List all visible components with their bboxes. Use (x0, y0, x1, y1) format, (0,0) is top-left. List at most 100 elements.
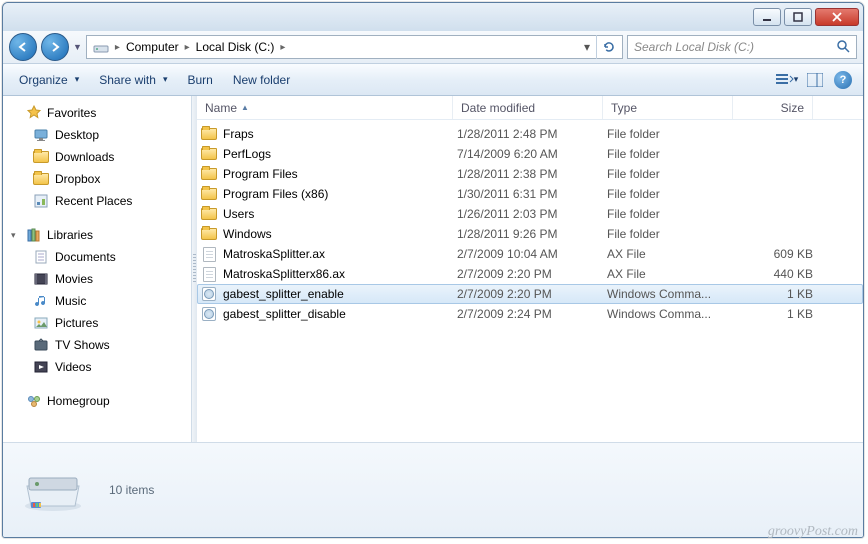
sidebar-homegroup[interactable]: Homegroup (5, 390, 189, 412)
chevron-right-icon[interactable]: ▸ (113, 42, 122, 53)
sidebar-favorites[interactable]: Favorites (5, 102, 189, 124)
breadcrumb-computer[interactable]: Computer (122, 40, 183, 54)
search-placeholder: Search Local Disk (C:) (634, 40, 754, 54)
sidebar-item[interactable]: Recent Places (5, 190, 189, 212)
maximize-button[interactable] (784, 8, 812, 26)
drive-large-icon (21, 466, 85, 514)
sidebar-item[interactable]: Desktop (5, 124, 189, 146)
sidebar-item[interactable]: Videos (5, 356, 189, 378)
file-row[interactable]: gabest_splitter_enable2/7/2009 2:20 PMWi… (197, 284, 863, 304)
sidebar-libraries[interactable]: ▾Libraries (5, 224, 189, 246)
item-icon (33, 149, 49, 165)
item-label: Pictures (55, 316, 98, 330)
sidebar-item[interactable]: Documents (5, 246, 189, 268)
view-options-button[interactable]: ▾ (775, 68, 799, 92)
file-row[interactable]: PerfLogs7/14/2009 6:20 AMFile folder (197, 144, 863, 164)
file-date: 1/26/2011 2:03 PM (457, 207, 607, 221)
sidebar-item[interactable]: Pictures (5, 312, 189, 334)
file-type: File folder (607, 207, 737, 221)
file-name: Program Files (223, 167, 298, 181)
file-icon (201, 246, 217, 262)
star-icon (26, 105, 42, 121)
sidebar-item[interactable]: Downloads (5, 146, 189, 168)
file-row[interactable]: gabest_splitter_disable2/7/2009 2:24 PMW… (197, 304, 863, 324)
collapse-icon: ▾ (11, 230, 21, 241)
file-type: File folder (607, 147, 737, 161)
file-type: Windows Comma... (607, 307, 737, 321)
status-bar: 10 items (3, 442, 863, 537)
folder-icon (201, 166, 217, 182)
file-date: 7/14/2009 6:20 AM (457, 147, 607, 161)
item-label: Music (55, 294, 86, 308)
folder-icon (201, 226, 217, 242)
column-type[interactable]: Type (603, 96, 733, 119)
file-type: File folder (607, 127, 737, 141)
item-label: Downloads (55, 150, 114, 164)
file-row[interactable]: Fraps1/28/2011 2:48 PMFile folder (197, 124, 863, 144)
file-name: Windows (223, 227, 272, 241)
column-headers: Name▲ Date modified Type Size (197, 96, 863, 120)
column-size[interactable]: Size (733, 96, 813, 119)
file-size: 1 KB (737, 307, 813, 321)
column-date[interactable]: Date modified (453, 96, 603, 119)
column-name[interactable]: Name▲ (197, 96, 453, 119)
refresh-button[interactable] (596, 35, 620, 59)
sidebar-label: Homegroup (47, 394, 110, 408)
file-type: AX File (607, 247, 737, 261)
close-button[interactable] (815, 8, 859, 26)
file-date: 2/7/2009 10:04 AM (457, 247, 607, 261)
sidebar-item[interactable]: Dropbox (5, 168, 189, 190)
file-type: File folder (607, 187, 737, 201)
file-row[interactable]: Program Files (x86)1/30/2011 6:31 PMFile… (197, 184, 863, 204)
item-label: TV Shows (55, 338, 110, 352)
search-input[interactable]: Search Local Disk (C:) (627, 35, 857, 59)
file-row[interactable]: Program Files1/28/2011 2:38 PMFile folde… (197, 164, 863, 184)
share-with-button[interactable]: Share with (91, 69, 175, 91)
file-name: MatroskaSplitter.ax (223, 247, 325, 261)
item-label: Documents (55, 250, 116, 264)
search-icon (836, 39, 850, 56)
homegroup-icon (26, 393, 42, 409)
file-row[interactable]: MatroskaSplitter.ax 2/7/2009 10:04 AMAX F… (197, 244, 863, 264)
cmd-icon (201, 306, 217, 322)
folder-icon (201, 186, 217, 202)
file-row[interactable]: MatroskaSplitterx86.ax2/7/2009 2:20 PMAX… (197, 264, 863, 284)
item-icon (33, 249, 49, 265)
cmd-icon (201, 286, 217, 302)
preview-pane-button[interactable] (803, 68, 827, 92)
file-size: 1 KB (737, 287, 813, 301)
chevron-right-icon[interactable]: ▸ (183, 42, 192, 53)
file-type: File folder (607, 227, 737, 241)
sidebar-item[interactable]: TV Shows (5, 334, 189, 356)
file-name: Program Files (x86) (223, 187, 328, 201)
history-dropdown-icon[interactable]: ▼ (73, 42, 82, 52)
help-button[interactable]: ? (831, 68, 855, 92)
item-label: Dropbox (55, 172, 100, 186)
navbar: ▼ ▸ Computer ▸ Local Disk (C:) ▸ ▾ Searc… (3, 31, 863, 63)
folder-icon (201, 206, 217, 222)
file-row[interactable]: Users1/26/2011 2:03 PMFile folder (197, 204, 863, 224)
organize-button[interactable]: Organize (11, 69, 87, 91)
sidebar-item[interactable]: Music (5, 290, 189, 312)
minimize-button[interactable] (753, 8, 781, 26)
address-dropdown-icon[interactable]: ▾ (578, 40, 596, 54)
forward-button[interactable] (41, 33, 69, 61)
back-button[interactable] (9, 33, 37, 61)
sidebar-resizer[interactable] (191, 96, 197, 442)
explorer-window: ▼ ▸ Computer ▸ Local Disk (C:) ▸ ▾ Searc… (2, 2, 864, 538)
drive-icon (92, 38, 110, 56)
breadcrumb-local-disk[interactable]: Local Disk (C:) (192, 40, 279, 54)
item-icon (33, 271, 49, 287)
sidebar-item[interactable]: Movies (5, 268, 189, 290)
new-folder-button[interactable]: New folder (225, 69, 298, 91)
address-bar[interactable]: ▸ Computer ▸ Local Disk (C:) ▸ ▾ (86, 35, 623, 59)
file-type: AX File (607, 267, 737, 281)
item-label: Videos (55, 360, 91, 374)
item-icon (33, 337, 49, 353)
file-row[interactable]: Windows1/28/2011 9:26 PMFile folder (197, 224, 863, 244)
chevron-right-icon[interactable]: ▸ (278, 42, 287, 53)
burn-button[interactable]: Burn (179, 69, 220, 91)
file-name: Fraps (223, 127, 254, 141)
item-icon (33, 315, 49, 331)
file-date: 1/28/2011 2:38 PM (457, 167, 607, 181)
